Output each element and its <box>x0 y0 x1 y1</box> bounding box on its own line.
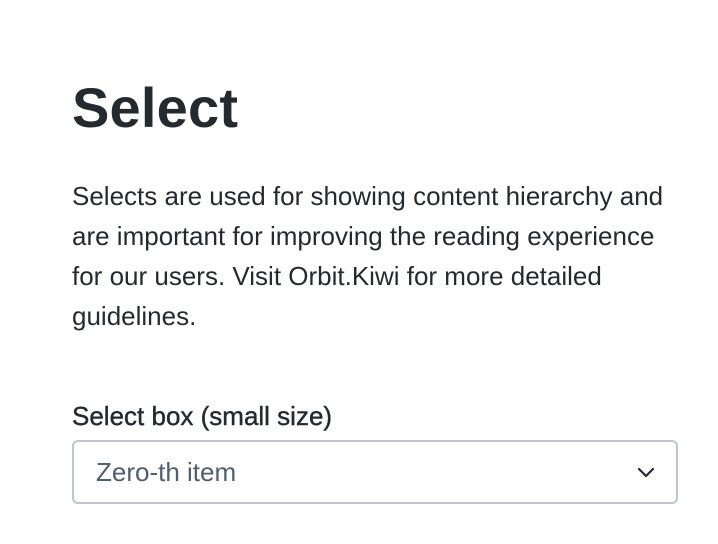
page-description: Selects are used for showing content hie… <box>72 181 664 331</box>
page-title: Select <box>72 76 239 139</box>
select-label: Select box (small size) <box>72 401 333 431</box>
chevron-down-icon <box>637 467 655 478</box>
select-box-small[interactable]: Zero-th item <box>72 440 678 504</box>
select-value: Zero-th item <box>96 457 237 487</box>
